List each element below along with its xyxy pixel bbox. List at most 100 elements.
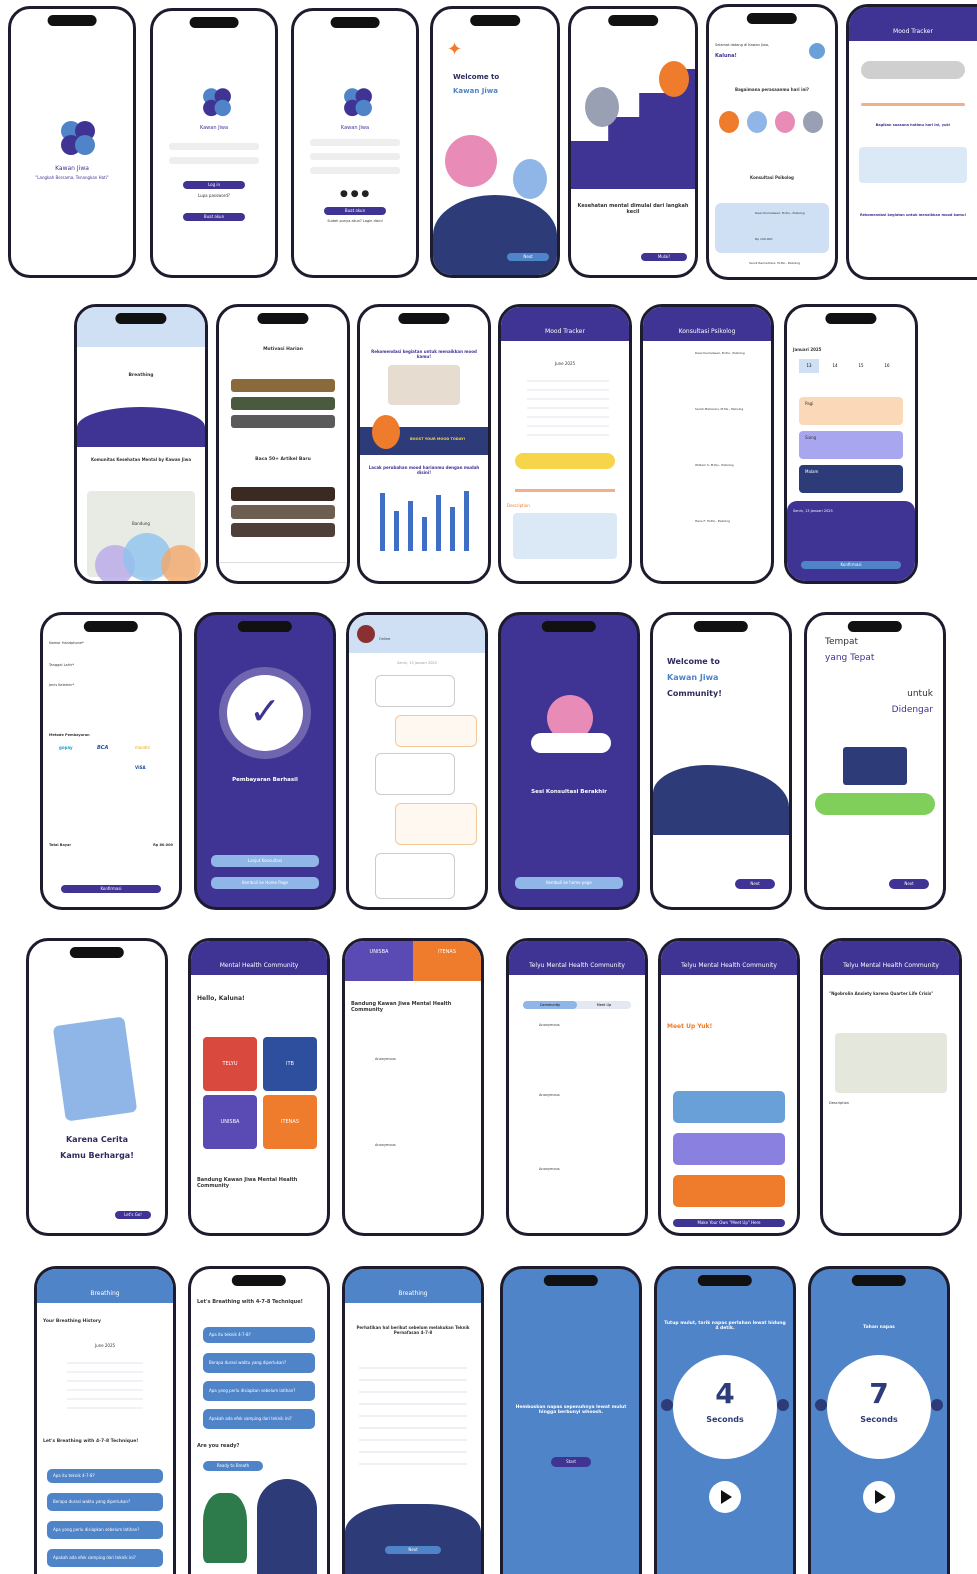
motivasi-card-3[interactable]	[231, 415, 335, 428]
meetup-card-3[interactable]	[673, 1175, 785, 1207]
bottom-nav[interactable]	[219, 562, 347, 581]
tile-unisba[interactable]: UNISBA	[203, 1095, 257, 1149]
brain-mascot	[445, 135, 497, 187]
mood-input[interactable]	[859, 147, 967, 183]
tile-itb[interactable]: ITB	[263, 1037, 317, 1091]
artikel-card-2[interactable]	[231, 505, 335, 519]
play-icon[interactable]	[709, 1481, 741, 1513]
day-chips[interactable]: 13 14 15 16	[799, 359, 903, 373]
mood-slider[interactable]	[861, 103, 965, 106]
lets-go-button[interactable]: Let's Go!	[115, 1211, 151, 1219]
next-button[interactable]: Next	[735, 879, 775, 889]
password-field[interactable]	[169, 157, 259, 164]
next-button[interactable]: Next	[507, 253, 549, 261]
artikel-card-3[interactable]	[231, 523, 335, 537]
birth-label: Tanggal Lahir*	[49, 663, 75, 667]
faq-item[interactable]: Berapa durasi waktu yang diperlukan?	[203, 1353, 315, 1373]
login-link[interactable]: Sudah punya akun? Login disini	[300, 219, 410, 223]
start-button[interactable]: Start	[551, 1457, 591, 1467]
reco-photos[interactable]	[388, 365, 460, 405]
confirm-button[interactable]: Konfirmasi	[801, 561, 901, 569]
back-home-button[interactable]: Kembali ke home page	[515, 877, 623, 889]
bca-option[interactable]: BCA	[97, 745, 127, 757]
next-icon[interactable]	[931, 1399, 943, 1411]
notch	[189, 17, 239, 28]
play-icon[interactable]	[863, 1481, 895, 1513]
faq-item[interactable]: Apakah ada efek samping dari teknik ini?	[203, 1409, 315, 1429]
drop-mascot	[513, 159, 547, 199]
tab-community[interactable]: Community	[523, 1001, 577, 1009]
home-button[interactable]: Kembali ke Home Page	[211, 877, 319, 889]
psych-row-4[interactable]: Hans F, M.Psi., Psikolog	[649, 515, 765, 565]
description-input[interactable]	[513, 513, 617, 559]
faq-item[interactable]: Apa yang perlu disiapkan sebelum latihan…	[47, 1521, 163, 1539]
day-chip[interactable]: 13	[799, 359, 819, 373]
mandiri-option[interactable]: mandiri	[135, 745, 165, 757]
calendar-grid[interactable]	[527, 373, 609, 437]
chat-header: Online	[349, 615, 485, 653]
create-account-button[interactable]: Buat akun	[324, 207, 386, 215]
mood-slider[interactable]	[515, 489, 615, 492]
psych-row-3[interactable]: William S, M.Psi., Psikolog	[649, 459, 765, 509]
pagi-card[interactable]: Pagi	[799, 397, 903, 425]
day-chip[interactable]: 14	[825, 359, 845, 373]
password-field[interactable]	[310, 167, 400, 174]
motivasi-card-1[interactable]	[231, 379, 335, 392]
meetup-card-1[interactable]	[673, 1091, 785, 1123]
malam-card[interactable]: Malam	[799, 465, 903, 493]
tc-tabs[interactable]: Community Meet Up	[523, 1001, 631, 1009]
artikel-card-1[interactable]	[231, 487, 335, 501]
event-map[interactable]	[835, 1033, 947, 1093]
continue-button[interactable]: Lanjut Konsultasi	[211, 855, 319, 867]
faq-item[interactable]: Apa itu teknik 4-7-8?	[47, 1469, 163, 1483]
mood-icons[interactable]	[719, 111, 829, 135]
motivasi-card-2[interactable]	[231, 397, 335, 410]
forgot-link[interactable]: Lupa password?	[159, 193, 269, 198]
history-calendar[interactable]	[67, 1355, 143, 1415]
email-field[interactable]	[310, 153, 400, 160]
next-button[interactable]: Next	[385, 1546, 441, 1554]
ready-button[interactable]: Ready to Breath	[203, 1461, 263, 1471]
start-button[interactable]: Mulai!	[641, 253, 687, 261]
tile-telyu[interactable]: TELYU	[203, 1037, 257, 1091]
faq-item[interactable]: Apa yang perlu disiapkan sebelum latihan…	[203, 1381, 315, 1401]
mood-angry-icon[interactable]	[719, 111, 739, 133]
timer-circle: 4 Seconds	[673, 1355, 777, 1459]
pay-confirm-button[interactable]: Konfirmasi	[61, 885, 161, 893]
next-button[interactable]: Next	[889, 879, 929, 889]
name-field[interactable]	[310, 139, 400, 146]
mood-happy-icon[interactable]	[775, 111, 795, 133]
mood-sad-icon[interactable]	[747, 111, 767, 133]
bubble-3[interactable]	[161, 545, 201, 581]
next-icon[interactable]	[777, 1399, 789, 1411]
comm-welcome-1: Welcome to	[667, 657, 720, 666]
payment-methods[interactable]: gopay BCA mandiri VISA	[59, 745, 163, 785]
mhc-tiles[interactable]: TELYU ITB UNISBA ITENAS	[203, 1037, 317, 1149]
tile-itenas[interactable]: ITENAS	[263, 1095, 317, 1149]
faq-item[interactable]: Apakah ada efek samping dari teknik ini?	[47, 1549, 163, 1567]
social-icons[interactable]: ● ● ●	[340, 189, 369, 199]
mood-neutral-icon[interactable]	[803, 111, 823, 133]
siang-card[interactable]: Siang	[799, 431, 903, 459]
login-button[interactable]: Log in	[183, 181, 245, 189]
create-meetup-button[interactable]: Make Your Own "Meet Up" Here	[673, 1219, 785, 1227]
gopay-option[interactable]: gopay	[59, 745, 89, 757]
register-button[interactable]: Buat akun	[183, 213, 245, 221]
phone-onboarding-2: Kesehatan mental dimulai dari langkah ke…	[568, 6, 698, 278]
faq-item[interactable]: Apa itu teknik 4-7-8?	[203, 1327, 315, 1343]
visa-option[interactable]: VISA	[135, 765, 165, 777]
prev-icon[interactable]	[815, 1399, 827, 1411]
email-field[interactable]	[169, 143, 259, 150]
psych-row-2[interactable]: Sarah Maharani, M.Psi., Psikolog	[649, 403, 765, 453]
prev-icon[interactable]	[661, 1399, 673, 1411]
faq-item[interactable]: Berapa durasi waktu yang diperlukan?	[47, 1493, 163, 1511]
tab-meetup[interactable]: Meet Up	[577, 1001, 631, 1009]
day-chip[interactable]: 16	[877, 359, 897, 373]
map-city: Bandung	[132, 521, 150, 526]
meetup-card-2[interactable]	[673, 1133, 785, 1165]
day-chip[interactable]: 15	[851, 359, 871, 373]
avatar[interactable]	[809, 43, 825, 59]
psych-card-1[interactable]: Dewi Kumalasari, M.Psi., Psikolog Rp 100…	[715, 203, 829, 253]
timer-unit: Seconds	[706, 1415, 744, 1424]
psych-row-1[interactable]: Dewi Kumalasari, M.Psi., Psikolog	[649, 347, 765, 397]
